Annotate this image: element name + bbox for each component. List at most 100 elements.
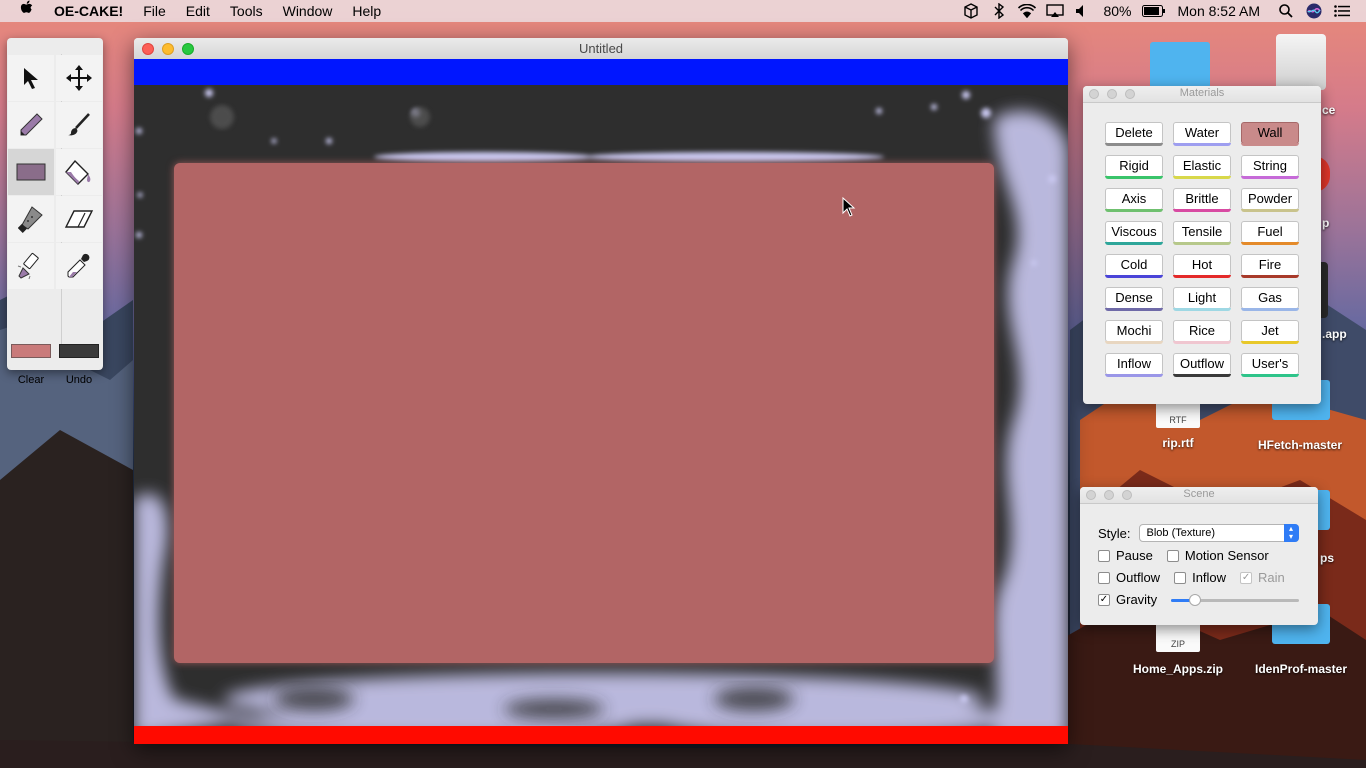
desktop-icon-drive[interactable]: [1276, 34, 1326, 90]
menu-help[interactable]: Help: [342, 0, 391, 22]
material-wall-button[interactable]: Wall: [1241, 122, 1299, 146]
inflow-checkbox[interactable]: [1174, 571, 1187, 584]
foreground-color-swatch[interactable]: [11, 344, 51, 358]
volume-icon[interactable]: [1072, 0, 1094, 22]
scene-title: Scene: [1183, 488, 1215, 500]
material-delete-button[interactable]: Delete: [1105, 122, 1163, 146]
material-viscous-button[interactable]: Viscous: [1105, 221, 1163, 245]
material-color-bar: [1105, 242, 1163, 245]
style-select[interactable]: Blob (Texture) ▴ ▾: [1138, 524, 1299, 542]
material-hot-button[interactable]: Hot: [1173, 254, 1231, 278]
gravity-label: Gravity: [1116, 592, 1158, 607]
material-label: Outflow: [1179, 356, 1225, 371]
menu-edit[interactable]: Edit: [176, 0, 220, 22]
box-icon[interactable]: [960, 0, 982, 22]
undo-button[interactable]: Undo: [56, 371, 102, 389]
battery-icon[interactable]: [1141, 0, 1167, 22]
bluetooth-icon[interactable]: [988, 0, 1010, 22]
brush-icon: [68, 113, 90, 136]
material-color-bar: [1173, 275, 1231, 278]
material-label: Fire: [1258, 257, 1282, 272]
material-elastic-button[interactable]: Elastic: [1173, 155, 1231, 179]
knife-tool[interactable]: [8, 196, 54, 242]
material-string-button[interactable]: String: [1241, 155, 1299, 179]
material-color-bar: [1173, 242, 1231, 245]
menubar-clock[interactable]: Mon 8:52 AM: [1170, 3, 1273, 19]
material-gas-button[interactable]: Gas: [1241, 287, 1299, 311]
material-axis-button[interactable]: Axis: [1105, 188, 1163, 212]
style-label: Style:: [1098, 525, 1131, 541]
paint-bucket-tool[interactable]: [56, 149, 102, 195]
material-color-bar: [1173, 143, 1231, 146]
palette-titlebar[interactable]: [7, 38, 103, 54]
material-color-bar: [1173, 341, 1231, 344]
menu-window[interactable]: Window: [273, 0, 343, 22]
menu-tools[interactable]: Tools: [220, 0, 273, 22]
scene-titlebar[interactable]: Scene: [1080, 487, 1318, 504]
material-outflow-button[interactable]: Outflow: [1173, 353, 1231, 377]
apple-icon[interactable]: [0, 0, 44, 22]
material-jet-button[interactable]: Jet: [1241, 320, 1299, 344]
material-mochi-button[interactable]: Mochi: [1105, 320, 1163, 344]
window-titlebar[interactable]: Untitled: [134, 38, 1068, 60]
battery-percent[interactable]: 80%: [1097, 3, 1137, 19]
brush-tool[interactable]: [56, 102, 102, 148]
material-brittle-button[interactable]: Brittle: [1173, 188, 1231, 212]
materials-titlebar[interactable]: Materials: [1083, 86, 1321, 103]
material-fire-button[interactable]: Fire: [1241, 254, 1299, 278]
siri-icon[interactable]: [1303, 0, 1325, 22]
slider-knob[interactable]: [1189, 593, 1202, 606]
material-powder-button[interactable]: Powder: [1241, 188, 1299, 212]
rectangle-tool[interactable]: [8, 149, 54, 195]
clear-button[interactable]: Clear: [8, 371, 54, 389]
material-label: Axis: [1121, 191, 1147, 206]
material-color-bar: [1105, 341, 1163, 344]
wifi-icon[interactable]: [1016, 0, 1038, 22]
material-color-bar: [1241, 308, 1299, 311]
material-color-bar: [1241, 176, 1299, 179]
desktop-icon-home-apps-zip[interactable]: ZIP Home_Apps.zip: [1128, 622, 1228, 676]
material-light-button[interactable]: Light: [1173, 287, 1231, 311]
dropper-tool[interactable]: [56, 243, 102, 289]
material-label: User's: [1251, 356, 1289, 371]
airplay-icon[interactable]: [1044, 0, 1066, 22]
pause-row: Pause Motion Sensor: [1098, 548, 1269, 563]
material-rice-button[interactable]: Rice: [1173, 320, 1231, 344]
outflow-checkbox[interactable]: [1098, 571, 1110, 584]
search-icon[interactable]: [1275, 0, 1297, 22]
gravity-slider[interactable]: [1171, 593, 1300, 606]
select-arrow-tool[interactable]: [8, 55, 54, 101]
inflow-label: Inflow: [1192, 570, 1227, 585]
desktop-icon-rip-rtf[interactable]: RTF rip.rtf: [1148, 398, 1208, 450]
material-tensile-button[interactable]: Tensile: [1173, 221, 1231, 245]
material-fuel-button[interactable]: Fuel: [1241, 221, 1299, 245]
menu-file[interactable]: File: [133, 0, 176, 22]
materials-grid: Delete Water Wall Rigid Elastic String Axis Bri…: [1105, 122, 1299, 377]
material-inflow-button[interactable]: Inflow: [1105, 353, 1163, 377]
style-select-value: Blob (Texture): [1146, 527, 1215, 539]
list-icon[interactable]: [1331, 0, 1353, 22]
pencil-tool[interactable]: [8, 102, 54, 148]
app-menu[interactable]: OE-CAKE!: [44, 0, 133, 22]
move-tool[interactable]: [56, 55, 102, 101]
gravity-checkbox[interactable]: ✓: [1098, 593, 1110, 606]
material-label: Rigid: [1119, 158, 1149, 173]
material-label: Inflow: [1117, 356, 1151, 371]
simulation-canvas[interactable]: [134, 59, 1068, 744]
pause-checkbox[interactable]: [1098, 549, 1110, 562]
material-water-button[interactable]: Water: [1173, 122, 1231, 146]
motion-sensor-checkbox[interactable]: [1166, 549, 1179, 562]
eraser-tool[interactable]: [56, 196, 102, 242]
rain-checkbox[interactable]: ✓: [1240, 571, 1253, 584]
materials-panel: Materials Delete Water Wall Rigid Elastic Str…: [1083, 86, 1321, 404]
background-color-swatch[interactable]: [59, 344, 99, 358]
material-rigid-button[interactable]: Rigid: [1105, 155, 1163, 179]
eraser-icon: [64, 210, 94, 228]
material-cold-button[interactable]: Cold: [1105, 254, 1163, 278]
wall-rectangle[interactable]: [174, 163, 994, 663]
desktop-icon-folder-partial[interactable]: [1150, 42, 1210, 88]
material-dense-button[interactable]: Dense: [1105, 287, 1163, 311]
desktop-icon-label-partial: ce: [1322, 103, 1336, 117]
material-users-button[interactable]: User's: [1241, 353, 1299, 377]
flashlight-tool[interactable]: [8, 243, 54, 289]
